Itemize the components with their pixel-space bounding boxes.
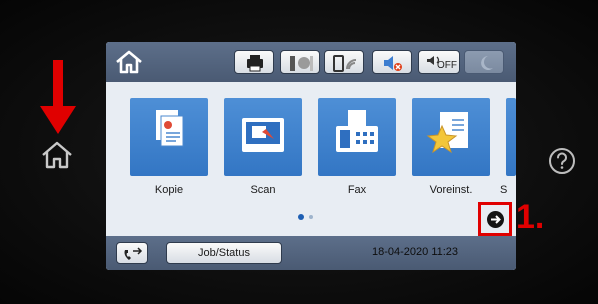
annotation-arrow-down xyxy=(40,60,76,134)
wifi-status-button[interactable] xyxy=(324,50,364,74)
phone-transfer-icon xyxy=(124,247,143,260)
tile-fax-label: Fax xyxy=(347,184,367,196)
sound-off-button[interactable]: OFF xyxy=(418,50,460,74)
tile-partial[interactable] xyxy=(506,98,516,176)
function-tiles: Kopie Scan Fax Voreinst. S xyxy=(106,82,516,250)
datetime-display: 18-04-2020 11:23 xyxy=(372,246,459,258)
job-status-button[interactable]: Job/Status xyxy=(166,242,282,264)
tile-copy[interactable] xyxy=(130,98,208,176)
arrow-right-icon xyxy=(491,215,501,224)
tile-copy-label: Kopie xyxy=(154,184,184,196)
tile-presets[interactable] xyxy=(412,98,490,176)
touchscreen: OFF Kopie Scan Fax Voreinst. S Job/Statu… xyxy=(106,42,516,270)
ink-status-icon xyxy=(290,56,313,71)
job-status-label: Job/Status xyxy=(198,247,250,259)
mute-button[interactable] xyxy=(372,50,412,74)
annotation-step-label: 1. xyxy=(516,198,545,236)
home-icon[interactable] xyxy=(112,48,146,76)
bottom-bar: Job/Status 18-04-2020 11:23 xyxy=(106,236,516,270)
printer-status-button[interactable] xyxy=(234,50,274,74)
wifi-icon xyxy=(333,55,357,72)
fax-log-button[interactable] xyxy=(116,242,148,264)
scan-icon xyxy=(242,118,284,152)
mute-icon xyxy=(384,56,402,71)
sleep-button[interactable] xyxy=(464,50,504,74)
copy-icon xyxy=(156,110,184,147)
annotation-highlight-box xyxy=(478,202,512,236)
printer-icon xyxy=(247,55,263,72)
tile-fax[interactable] xyxy=(318,98,396,176)
moon-icon xyxy=(481,56,493,70)
page-dot-inactive xyxy=(309,215,313,219)
fax-icon xyxy=(336,110,378,152)
sound-off-label: OFF xyxy=(437,60,457,71)
tile-scan-label: Scan xyxy=(250,184,276,196)
hardware-home-icon[interactable] xyxy=(40,140,74,170)
help-icon[interactable] xyxy=(547,146,577,176)
page-dot-active xyxy=(298,214,304,220)
presets-icon xyxy=(426,112,468,154)
tile-scan[interactable] xyxy=(224,98,302,176)
tile-partial-label: S xyxy=(500,184,508,196)
next-page-button[interactable] xyxy=(487,211,504,228)
tile-presets-label: Voreinst. xyxy=(429,184,473,196)
status-bar: OFF xyxy=(106,42,516,82)
ink-status-button[interactable] xyxy=(280,50,320,74)
